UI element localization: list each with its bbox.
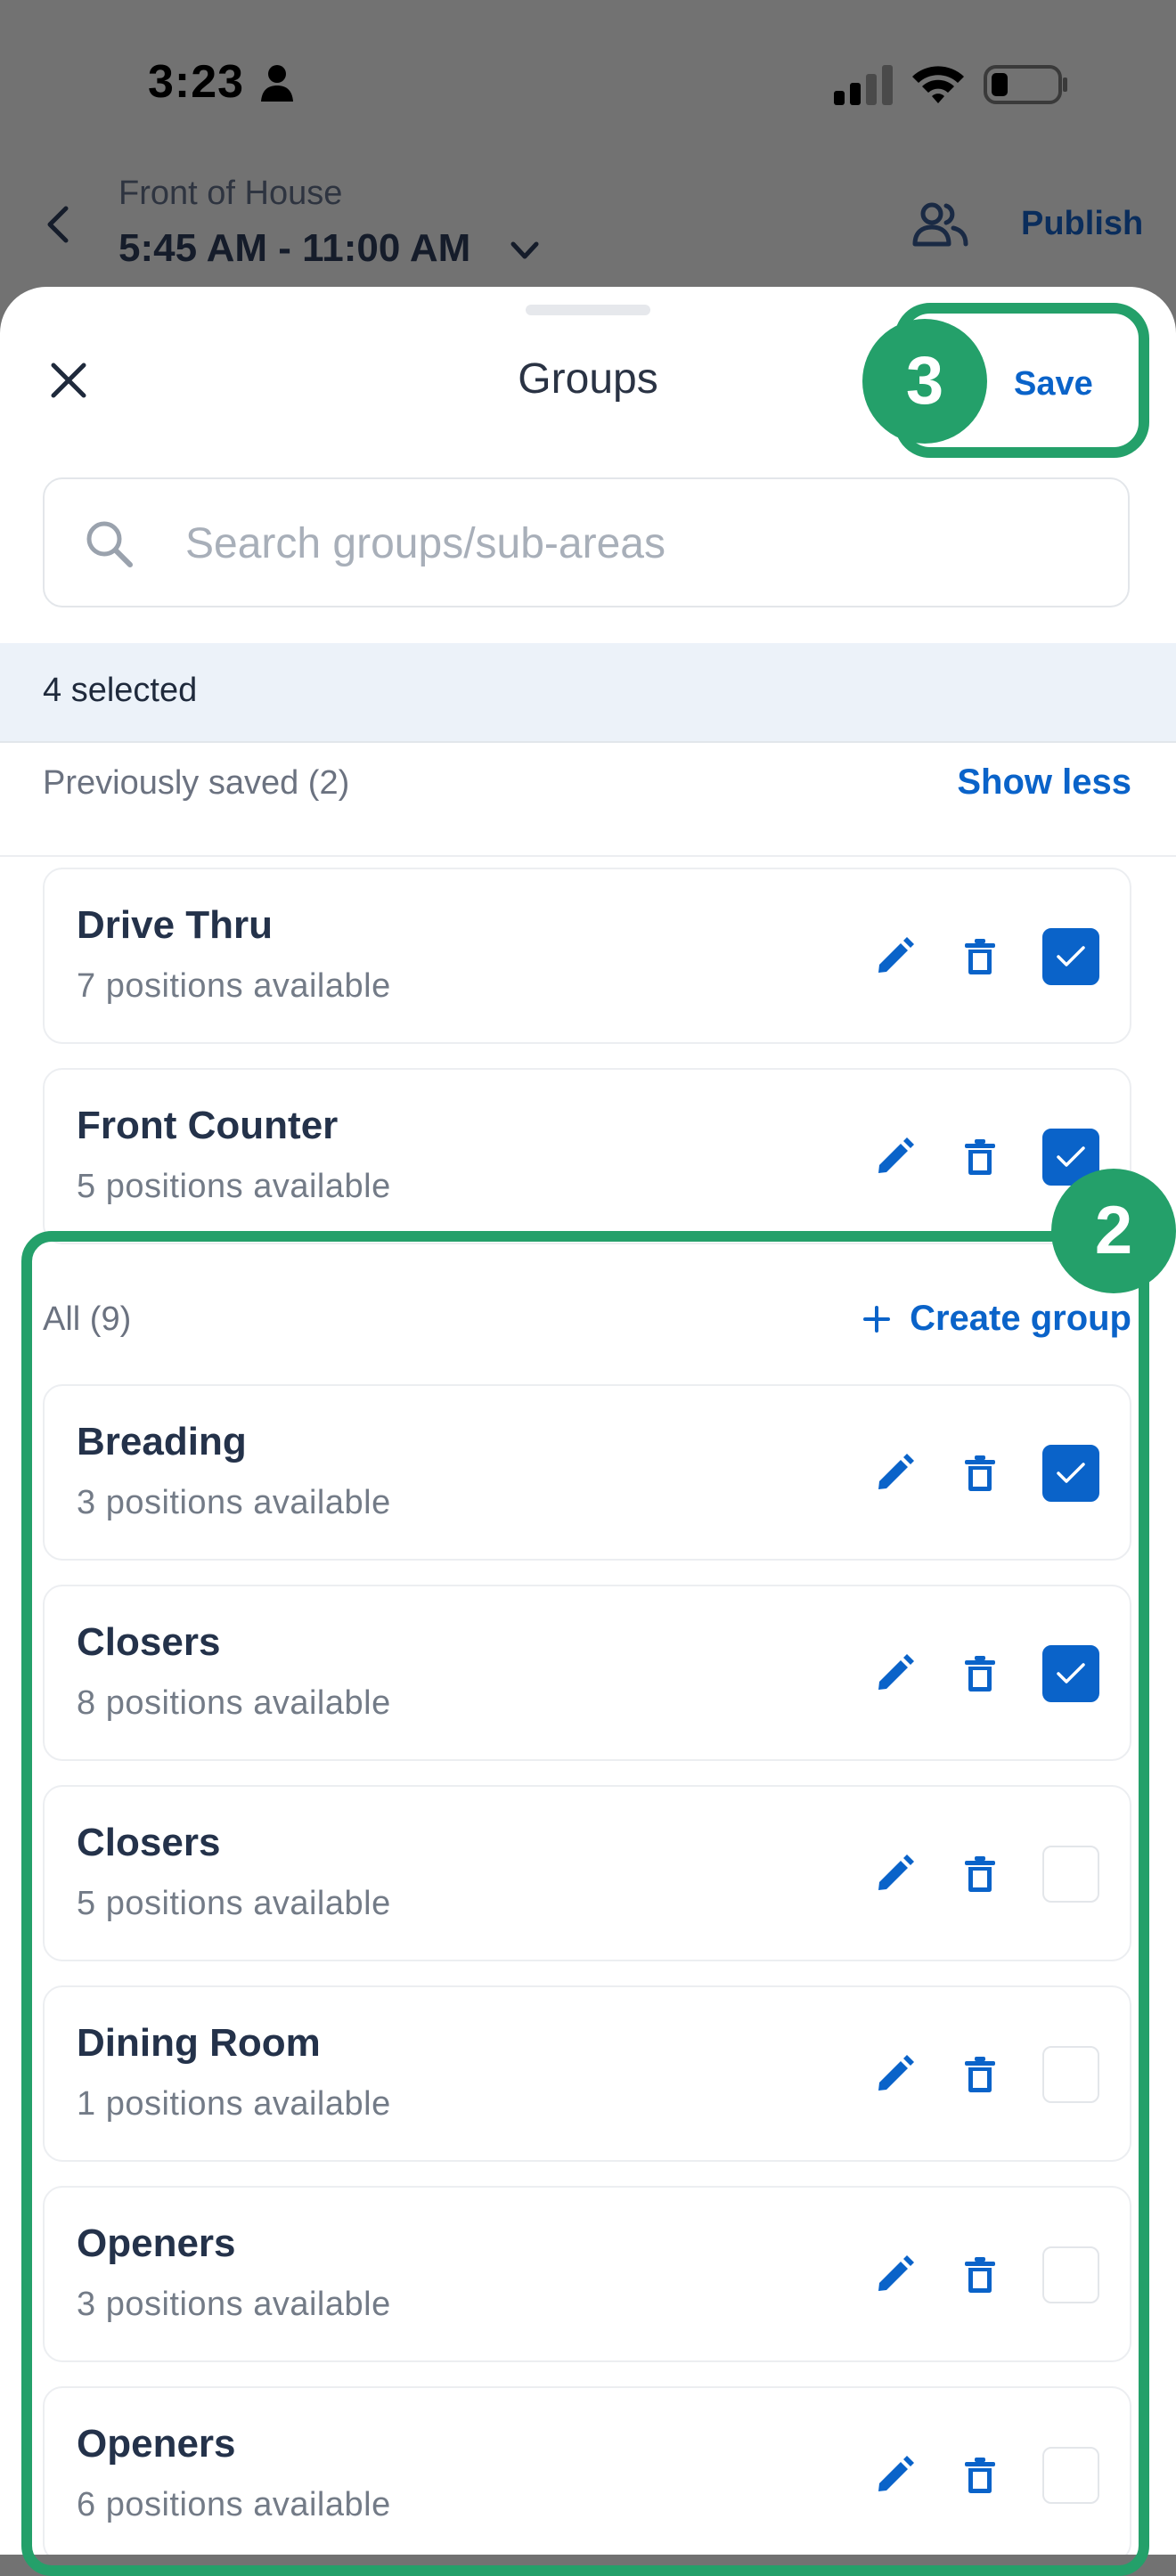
selection-summary: 4 selected [0,643,1176,743]
search-input[interactable] [184,511,1078,575]
delete-icon[interactable] [964,937,996,976]
all-groups-highlight-box [21,1231,1149,2576]
show-less-button[interactable]: Show less [957,762,1131,803]
shift-time-title[interactable]: 5:45 AM - 11:00 AM [118,226,470,271]
person-icon [261,65,293,102]
check-icon [1057,946,1085,966]
group-card-drive-thru[interactable]: Drive Thru 7 positions available [43,868,1131,1044]
sheet-grabber[interactable] [526,305,650,315]
group-positions: 5 positions available [77,1168,391,1205]
group-positions: 7 positions available [77,967,391,1005]
step-3-badge: 3 [862,319,987,444]
status-time: 3:23 [148,56,245,108]
previously-saved-label: Previously saved (2) [43,764,350,802]
group-checkbox[interactable] [1042,928,1099,985]
search-field[interactable] [43,477,1130,607]
search-icon [86,521,133,567]
edit-icon[interactable] [875,937,914,976]
selected-count: 4 selected [43,672,198,709]
edit-icon[interactable] [875,1137,914,1177]
back-icon[interactable] [43,205,75,244]
group-card-front-counter[interactable]: Front Counter 5 positions available [43,1068,1131,1244]
people-icon[interactable] [912,201,969,248]
delete-icon[interactable] [964,1137,996,1177]
previously-saved-header: Previously saved (2) Show less [0,743,1176,832]
battery-icon [984,65,1067,104]
group-name: Drive Thru [77,903,274,947]
check-icon [1057,1146,1085,1167]
wifi-icon [912,66,964,103]
signal-icon [834,65,893,105]
chevron-down-icon[interactable] [510,237,540,264]
step-2-badge: 2 [1051,1169,1176,1293]
location-subtitle: Front of House [118,175,343,212]
publish-button[interactable]: Publish [1021,205,1143,243]
group-name: Front Counter [77,1104,339,1147]
section-divider [0,855,1176,857]
